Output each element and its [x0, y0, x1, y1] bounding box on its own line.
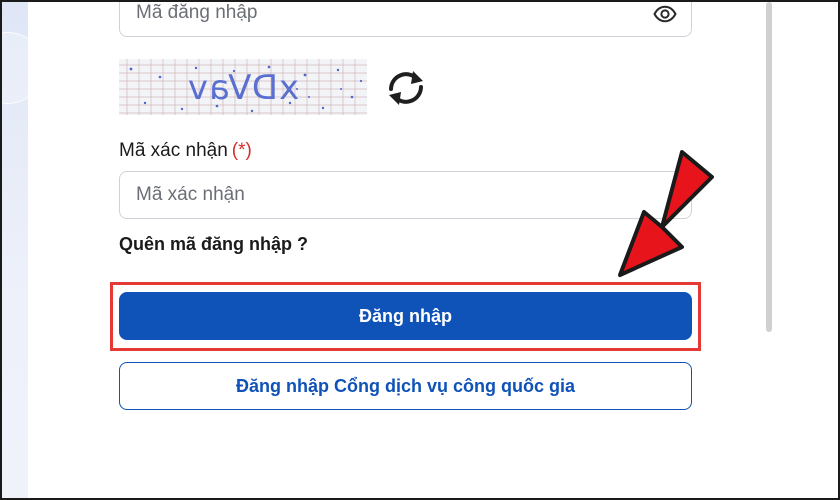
background-strip	[2, 2, 44, 498]
national-portal-login-button[interactable]: Đăng nhập Cổng dịch vụ công quốc gia	[119, 362, 692, 410]
username-placeholder: Mã đăng nhập	[136, 2, 258, 23]
scrollbar[interactable]	[764, 2, 774, 334]
login-button[interactable]: Đăng nhập	[119, 292, 692, 340]
screenshot-frame: Mã đăng nhập xDVav Mã xác nhận (*) Mã xá…	[0, 0, 840, 500]
captcha-image: xDVav	[119, 59, 367, 115]
required-mark: (*)	[231, 140, 252, 161]
username-field[interactable]: Mã đăng nhập	[119, 2, 692, 37]
forgot-username-link[interactable]: Quên mã đăng nhập ?	[119, 234, 308, 255]
eye-icon[interactable]	[653, 2, 677, 26]
captcha-placeholder: Mã xác nhận	[136, 184, 245, 205]
refresh-icon[interactable]	[383, 68, 429, 108]
captcha-text: xDVav	[187, 68, 299, 108]
captcha-label-text: Mã xác nhận	[119, 140, 228, 161]
scrollbar-thumb[interactable]	[766, 2, 772, 332]
captcha-label: Mã xác nhận (*)	[119, 140, 252, 162]
captcha-image-graphic: xDVav	[119, 59, 367, 115]
pointer-arrow-icon	[618, 150, 714, 277]
